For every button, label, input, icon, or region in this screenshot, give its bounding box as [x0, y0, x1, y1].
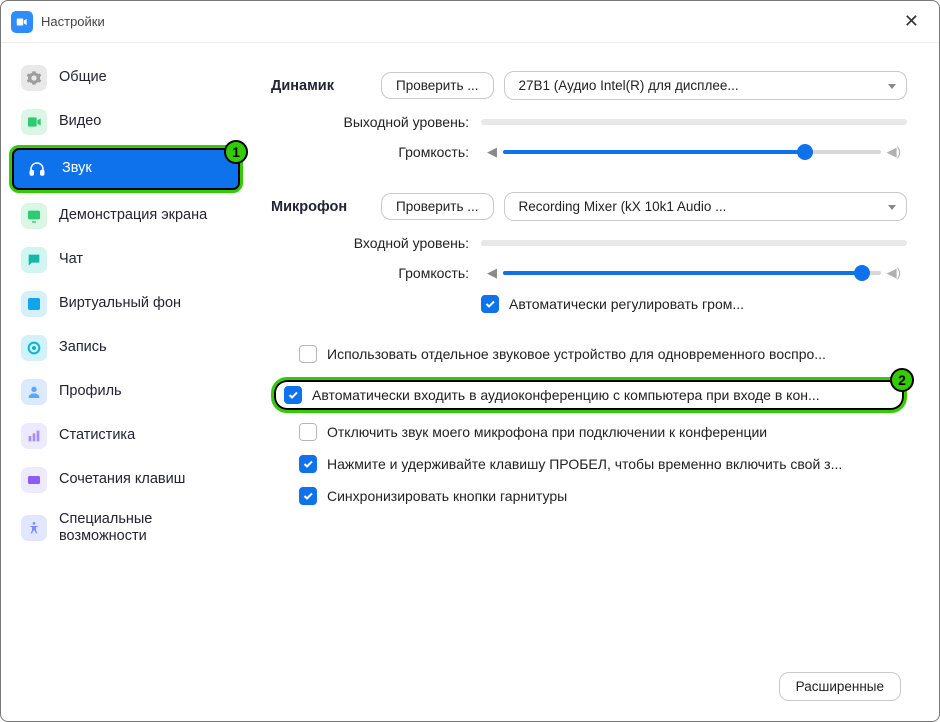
- headphones-icon: [24, 156, 50, 182]
- chat-icon: [21, 247, 47, 273]
- sidebar-item-recording[interactable]: Запись: [9, 327, 243, 369]
- checkbox-icon: [299, 487, 317, 505]
- checkbox-icon: [299, 423, 317, 441]
- sidebar-item-virtual-bg[interactable]: Виртуальный фон: [9, 283, 243, 325]
- content-area: Динамик Проверить ... 27B1 (Аудио Intel(…: [251, 43, 939, 662]
- close-button[interactable]: ✕: [898, 9, 925, 34]
- mic-volume-label: Громкость:: [271, 265, 481, 281]
- volume-low-icon: ◀: [487, 144, 497, 160]
- accessibility-icon: [21, 515, 47, 541]
- share-screen-icon: [21, 203, 47, 229]
- app-icon: [11, 11, 33, 33]
- sidebar-item-label: Профиль: [59, 383, 122, 400]
- output-level-label: Выходной уровень:: [271, 114, 481, 130]
- sidebar-item-label: Демонстрация экрана: [59, 207, 207, 224]
- stats-icon: [21, 423, 47, 449]
- speaker-device-select[interactable]: 27B1 (Аудио Intel(R) для дисплее...: [504, 71, 907, 100]
- sidebar-item-label: Специальные возможности: [59, 511, 209, 546]
- sidebar-item-statistics[interactable]: Статистика: [9, 415, 243, 457]
- mic-section-title: Микрофон: [271, 199, 381, 215]
- virtual-bg-icon: [21, 291, 47, 317]
- test-mic-button[interactable]: Проверить ...: [381, 193, 494, 220]
- speaker-volume-label: Громкость:: [271, 144, 481, 160]
- window-title: Настройки: [41, 14, 105, 29]
- mute-on-join-checkbox[interactable]: Отключить звук моего микрофона при подкл…: [271, 423, 907, 441]
- checkbox-icon: [299, 455, 317, 473]
- gear-icon: [21, 65, 47, 91]
- sidebar-item-profile[interactable]: Профиль: [9, 371, 243, 413]
- sidebar-item-accessibility[interactable]: Специальные возможности: [9, 503, 243, 554]
- volume-high-icon: ◀): [887, 265, 901, 281]
- checkbox-label: Автоматически регулировать гром...: [509, 296, 744, 312]
- sidebar-item-label: Общие: [59, 69, 107, 86]
- sidebar-item-video[interactable]: Видео: [9, 101, 243, 143]
- checkbox-label: Отключить звук моего микрофона при подкл…: [327, 424, 767, 440]
- checkbox-label: Автоматически входить в аудиоконференцию…: [312, 387, 820, 403]
- sidebar-item-chat[interactable]: Чат: [9, 239, 243, 281]
- sidebar-item-audio[interactable]: Звук 1: [9, 145, 243, 193]
- sidebar-item-label: Чат: [59, 251, 83, 268]
- test-speaker-button[interactable]: Проверить ...: [381, 72, 494, 99]
- separate-device-checkbox[interactable]: Использовать отдельное звуковое устройст…: [271, 345, 907, 363]
- sidebar-item-label: Сочетания клавиш: [59, 471, 185, 488]
- annotation-badge-2: 2: [890, 368, 914, 392]
- video-icon: [21, 109, 47, 135]
- mic-volume-slider[interactable]: ◀ ◀): [481, 265, 907, 281]
- profile-icon: [21, 379, 47, 405]
- volume-high-icon: ◀): [887, 144, 901, 160]
- sidebar: Общие Видео Звук 1 Демонстрация экра: [1, 43, 251, 662]
- sidebar-item-label: Звук: [62, 160, 92, 177]
- speaker-section-title: Динамик: [271, 78, 381, 94]
- annotation-badge-1: 1: [224, 140, 248, 164]
- titlebar: Настройки ✕: [1, 1, 939, 43]
- settings-window: Настройки ✕ Общие Видео Звук: [0, 0, 940, 722]
- mic-device-select[interactable]: Recording Mixer (kX 10k1 Audio ...: [504, 192, 907, 221]
- sidebar-item-label: Видео: [59, 113, 101, 130]
- auto-adjust-checkbox[interactable]: Автоматически регулировать гром...: [271, 295, 907, 313]
- speaker-volume-slider[interactable]: ◀ ◀): [481, 144, 907, 160]
- sidebar-item-label: Виртуальный фон: [59, 295, 181, 312]
- checkbox-icon: [481, 295, 499, 313]
- space-unmute-checkbox[interactable]: Нажмите и удерживайте клавишу ПРОБЕЛ, чт…: [271, 455, 907, 473]
- input-level-meter: [481, 240, 907, 246]
- sidebar-item-share[interactable]: Демонстрация экрана: [9, 195, 243, 237]
- checkbox-label: Нажмите и удерживайте клавишу ПРОБЕЛ, чт…: [327, 456, 842, 472]
- input-level-label: Входной уровень:: [271, 235, 481, 251]
- footer: Расширенные: [1, 662, 939, 721]
- auto-join-audio-checkbox[interactable]: Автоматически входить в аудиоконференцию…: [271, 377, 907, 413]
- checkbox-label: Синхронизировать кнопки гарнитуры: [327, 488, 567, 504]
- output-level-meter: [481, 119, 907, 125]
- checkbox-icon: [284, 386, 302, 404]
- checkbox-label: Использовать отдельное звуковое устройст…: [327, 346, 826, 362]
- advanced-button[interactable]: Расширенные: [779, 672, 901, 701]
- checkbox-icon: [299, 345, 317, 363]
- record-icon: [21, 335, 47, 361]
- sidebar-item-label: Запись: [59, 339, 107, 356]
- volume-low-icon: ◀: [487, 265, 497, 281]
- sidebar-item-general[interactable]: Общие: [9, 57, 243, 99]
- sidebar-item-shortcuts[interactable]: Сочетания клавиш: [9, 459, 243, 501]
- sync-headset-checkbox[interactable]: Синхронизировать кнопки гарнитуры: [271, 487, 907, 505]
- sidebar-item-label: Статистика: [59, 427, 135, 444]
- keyboard-icon: [21, 467, 47, 493]
